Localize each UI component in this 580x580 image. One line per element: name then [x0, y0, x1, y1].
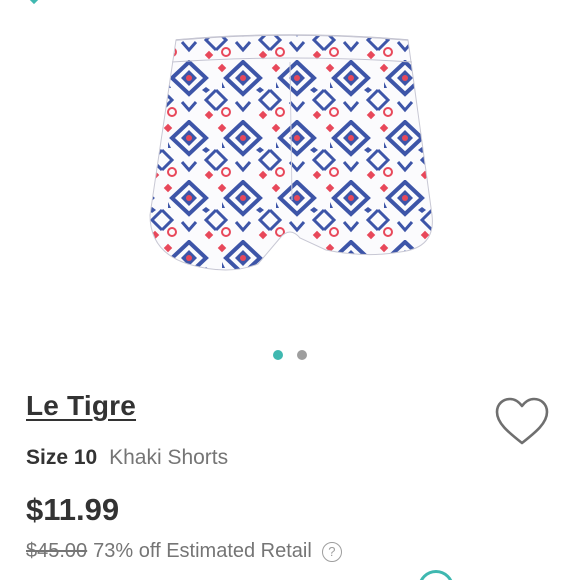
size-and-category: Size 10 Khaki Shorts	[26, 446, 228, 470]
back-chevron-icon[interactable]	[18, 0, 58, 16]
product-photo-shorts	[149, 34, 433, 271]
partially-visible-action-button[interactable]	[418, 570, 454, 580]
carousel-indicator	[0, 350, 580, 360]
carousel-dot-2[interactable]	[297, 350, 307, 360]
carousel-dot-1[interactable]	[273, 350, 283, 360]
brand-link[interactable]: Le Tigre	[26, 390, 136, 422]
product-page: Le Tigre Size 10 Khaki Shorts $11.99 $45…	[0, 0, 580, 580]
original-price: $45.00	[26, 540, 88, 562]
retail-info: $45.00 73% off Estimated Retail ?	[26, 540, 342, 563]
listing-price: $11.99	[26, 492, 120, 527]
discount-text: 73% off Estimated Retail	[93, 540, 312, 562]
size-label: Size	[26, 446, 69, 469]
size-value: 10	[73, 446, 98, 469]
product-image-carousel[interactable]	[0, 0, 580, 340]
category-link[interactable]: Khaki Shorts	[109, 446, 228, 469]
question-circle-icon[interactable]: ?	[321, 541, 342, 562]
heart-outline-icon[interactable]	[492, 396, 552, 448]
